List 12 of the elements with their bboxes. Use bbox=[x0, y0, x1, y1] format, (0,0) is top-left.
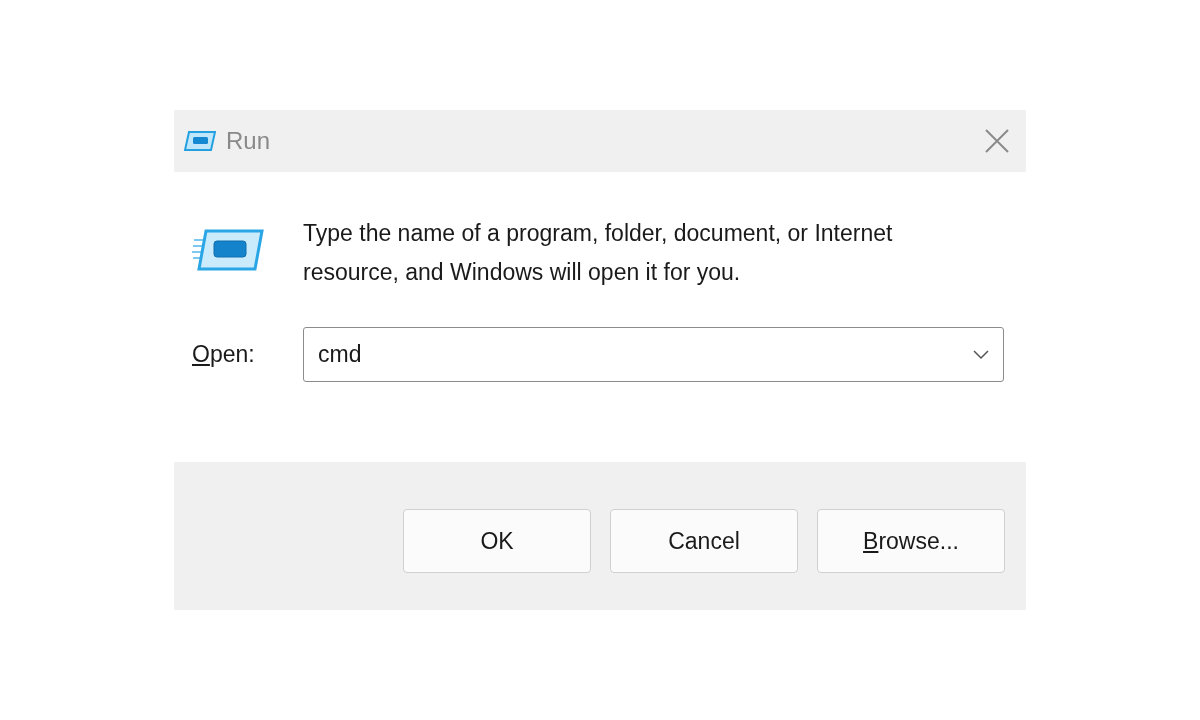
dialog-button[interactable]: OK bbox=[403, 509, 591, 573]
chevron-down-icon[interactable] bbox=[973, 349, 989, 360]
command-combobox[interactable]: cmd bbox=[303, 327, 1004, 382]
open-label: Open: bbox=[192, 340, 256, 370]
dialog-button[interactable]: Cancel bbox=[610, 509, 798, 573]
command-value: cmd bbox=[318, 340, 362, 370]
run-app-icon bbox=[184, 130, 216, 152]
instruction-text: Type the name of a program, folder, document, or Internet resource, and Windows will open it for you. bbox=[303, 219, 894, 287]
dialog-button[interactable]: Browse... bbox=[817, 509, 1005, 573]
window-title: Run bbox=[226, 126, 271, 156]
run-app-icon bbox=[192, 228, 264, 272]
close-icon[interactable] bbox=[984, 128, 1010, 154]
